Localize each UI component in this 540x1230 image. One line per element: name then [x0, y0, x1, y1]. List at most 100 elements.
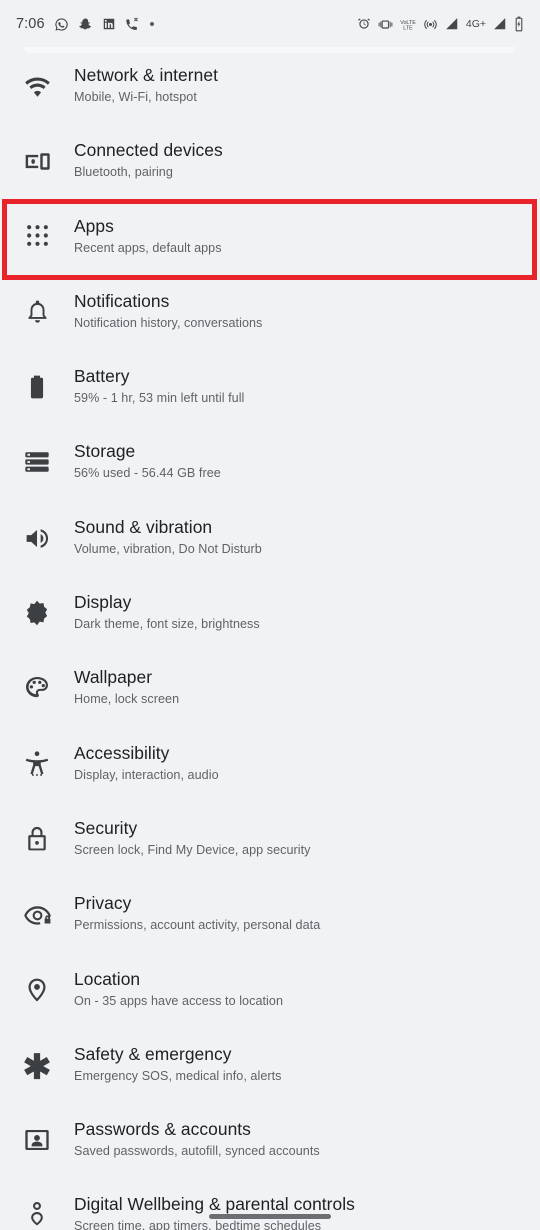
settings-row-title: Digital Wellbeing & parental controls: [74, 1194, 355, 1215]
connected-devices-icon: [0, 128, 74, 176]
signal-sim1-icon: [445, 17, 459, 31]
alarm-icon: [357, 17, 371, 31]
settings-row-wallpaper[interactable]: Wallpaper Home, lock screen: [0, 655, 540, 730]
settings-row-title: Accessibility: [74, 742, 170, 763]
settings-row-text: Display Dark theme, font size, brightnes…: [74, 580, 260, 633]
settings-row-digital-wellbeing[interactable]: Digital Wellbeing & parental controls Sc…: [0, 1182, 540, 1230]
settings-row-title: Network & internet: [74, 65, 218, 85]
whatsapp-icon: [54, 17, 69, 32]
settings-row-battery[interactable]: Battery 59% - 1 hr, 53 min left until fu…: [0, 354, 540, 429]
settings-row-subtitle: Dark theme, font size, brightness: [74, 617, 260, 632]
palette-icon: [0, 655, 74, 702]
battery-charging-icon: [514, 16, 524, 32]
svg-text:LTE: LTE: [403, 25, 413, 31]
status-bar-left: 7:06: [16, 16, 154, 32]
settings-row-accessibility[interactable]: Accessibility Display, interaction, audi…: [0, 731, 540, 806]
brightness-icon: [0, 580, 74, 627]
settings-row-subtitle: Notification history, conversations: [74, 315, 263, 330]
battery-icon: [0, 354, 74, 401]
settings-row-display[interactable]: Display Dark theme, font size, brightnes…: [0, 580, 540, 655]
apps-grid-icon: [0, 204, 74, 248]
status-bar-right: VoLTE LTE 4G+: [357, 16, 524, 32]
settings-row-title: Notifications: [74, 290, 170, 311]
settings-row-location[interactable]: Location On - 35 apps have access to loc…: [0, 957, 540, 1032]
settings-row-text: Wallpaper Home, lock screen: [74, 655, 179, 708]
settings-row-subtitle: Emergency SOS, medical info, alerts: [74, 1068, 282, 1083]
settings-row-connected-devices[interactable]: Connected devices Bluetooth, pairing: [0, 128, 540, 203]
settings-row-title: Security: [74, 817, 138, 838]
settings-row-subtitle: Home, lock screen: [74, 692, 180, 707]
bell-icon: [0, 279, 74, 325]
vibrate-icon: [378, 17, 393, 32]
settings-row-subtitle: Recent apps, default apps: [74, 240, 222, 255]
settings-row-title: Connected devices: [74, 140, 223, 161]
settings-row-text: Passwords & accounts Saved passwords, au…: [74, 1107, 320, 1160]
settings-row-text: Privacy Permissions, account activity, p…: [74, 881, 320, 934]
settings-row-text: Accessibility Display, interaction, audi…: [74, 731, 219, 784]
settings-row-apps[interactable]: Apps Recent apps, default apps: [0, 198, 540, 281]
settings-screen: 7:06 VoLTE LTE 4G+ Network & internet Mo…: [0, 0, 540, 1230]
settings-row-text: Network & internet Mobile, Wi-Fi, hotspo…: [74, 53, 218, 106]
eye-lock-icon: [0, 881, 74, 929]
network-type-label: 4G+: [465, 18, 486, 30]
volume-icon: [0, 505, 74, 553]
settings-row-title: Location: [74, 968, 141, 989]
storage-icon: [0, 429, 74, 476]
accessibility-icon: [0, 731, 74, 778]
location-pin-icon: [0, 957, 74, 1004]
settings-row-safety-emergency[interactable]: Safety & emergency Emergency SOS, medica…: [0, 1032, 540, 1107]
settings-row-subtitle: 56% used - 56.44 GB free: [74, 466, 221, 481]
settings-row-text: Storage 56% used - 56.44 GB free: [74, 429, 221, 482]
wellbeing-icon: [0, 1182, 74, 1227]
settings-row-text: Notifications Notification history, conv…: [74, 279, 262, 332]
settings-row-title: Wallpaper: [74, 667, 153, 688]
settings-row-subtitle: Saved passwords, autofill, synced accoun…: [74, 1144, 320, 1159]
settings-row-title: Display: [74, 592, 132, 613]
lock-icon: [0, 806, 74, 853]
linkedin-icon: [102, 17, 116, 31]
settings-row-subtitle: Screen lock, Find My Device, app securit…: [74, 842, 311, 857]
status-time: 7:06: [16, 16, 45, 32]
status-bar: 7:06 VoLTE LTE 4G+: [0, 0, 540, 48]
home-gesture-indicator[interactable]: [209, 1214, 331, 1219]
settings-row-text: Connected devices Bluetooth, pairing: [74, 128, 223, 181]
settings-row-text: Security Screen lock, Find My Device, ap…: [74, 806, 311, 859]
settings-row-title: Apps: [74, 215, 114, 236]
settings-row-subtitle: Display, interaction, audio: [74, 767, 219, 782]
more-notifications-dot: [149, 22, 154, 26]
settings-row-subtitle: Bluetooth, pairing: [74, 165, 173, 180]
snapchat-icon: [78, 17, 93, 32]
settings-row-privacy[interactable]: Privacy Permissions, account activity, p…: [0, 881, 540, 956]
settings-row-title: Safety & emergency: [74, 1043, 232, 1064]
settings-list[interactable]: Network & internet Mobile, Wi-Fi, hotspo…: [0, 53, 540, 1230]
settings-row-title: Storage: [74, 441, 136, 462]
missed-call-icon: [125, 16, 141, 32]
settings-row-text: Apps Recent apps, default apps: [74, 204, 222, 257]
wifi-icon: [0, 53, 74, 101]
settings-row-subtitle: 59% - 1 hr, 53 min left until full: [74, 391, 245, 406]
settings-row-sound-vibration[interactable]: Sound & vibration Volume, vibration, Do …: [0, 505, 540, 580]
star-of-life-icon: [0, 1032, 74, 1081]
settings-row-title: Sound & vibration: [74, 516, 213, 537]
settings-row-text: Battery 59% - 1 hr, 53 min left until fu…: [74, 354, 244, 407]
settings-row-security[interactable]: Security Screen lock, Find My Device, ap…: [0, 806, 540, 881]
settings-row-title: Battery: [74, 366, 130, 387]
settings-row-subtitle: On - 35 apps have access to location: [74, 993, 284, 1008]
settings-row-subtitle: Mobile, Wi-Fi, hotspot: [74, 90, 197, 104]
settings-row-text: Safety & emergency Emergency SOS, medica…: [74, 1032, 282, 1085]
settings-row-subtitle: Permissions, account activity, personal …: [74, 918, 321, 933]
settings-row-text: Sound & vibration Volume, vibration, Do …: [74, 505, 262, 558]
settings-row-text: Digital Wellbeing & parental controls Sc…: [74, 1182, 355, 1230]
settings-row-network-internet[interactable]: Network & internet Mobile, Wi-Fi, hotspo…: [0, 53, 540, 128]
settings-row-title: Passwords & accounts: [74, 1119, 251, 1140]
signal-sim2-icon: [493, 17, 507, 31]
settings-row-title: Privacy: [74, 893, 132, 914]
settings-row-passwords-accounts[interactable]: Passwords & accounts Saved passwords, au…: [0, 1107, 540, 1182]
hotspot-icon: [423, 17, 438, 32]
volte-icon: VoLTE LTE: [400, 17, 416, 32]
settings-row-notifications[interactable]: Notifications Notification history, conv…: [0, 279, 540, 354]
settings-row-text: Location On - 35 apps have access to loc…: [74, 957, 283, 1010]
settings-row-storage[interactable]: Storage 56% used - 56.44 GB free: [0, 429, 540, 504]
settings-row-subtitle: Volume, vibration, Do Not Disturb: [74, 541, 262, 556]
account-card-icon: [0, 1107, 74, 1154]
